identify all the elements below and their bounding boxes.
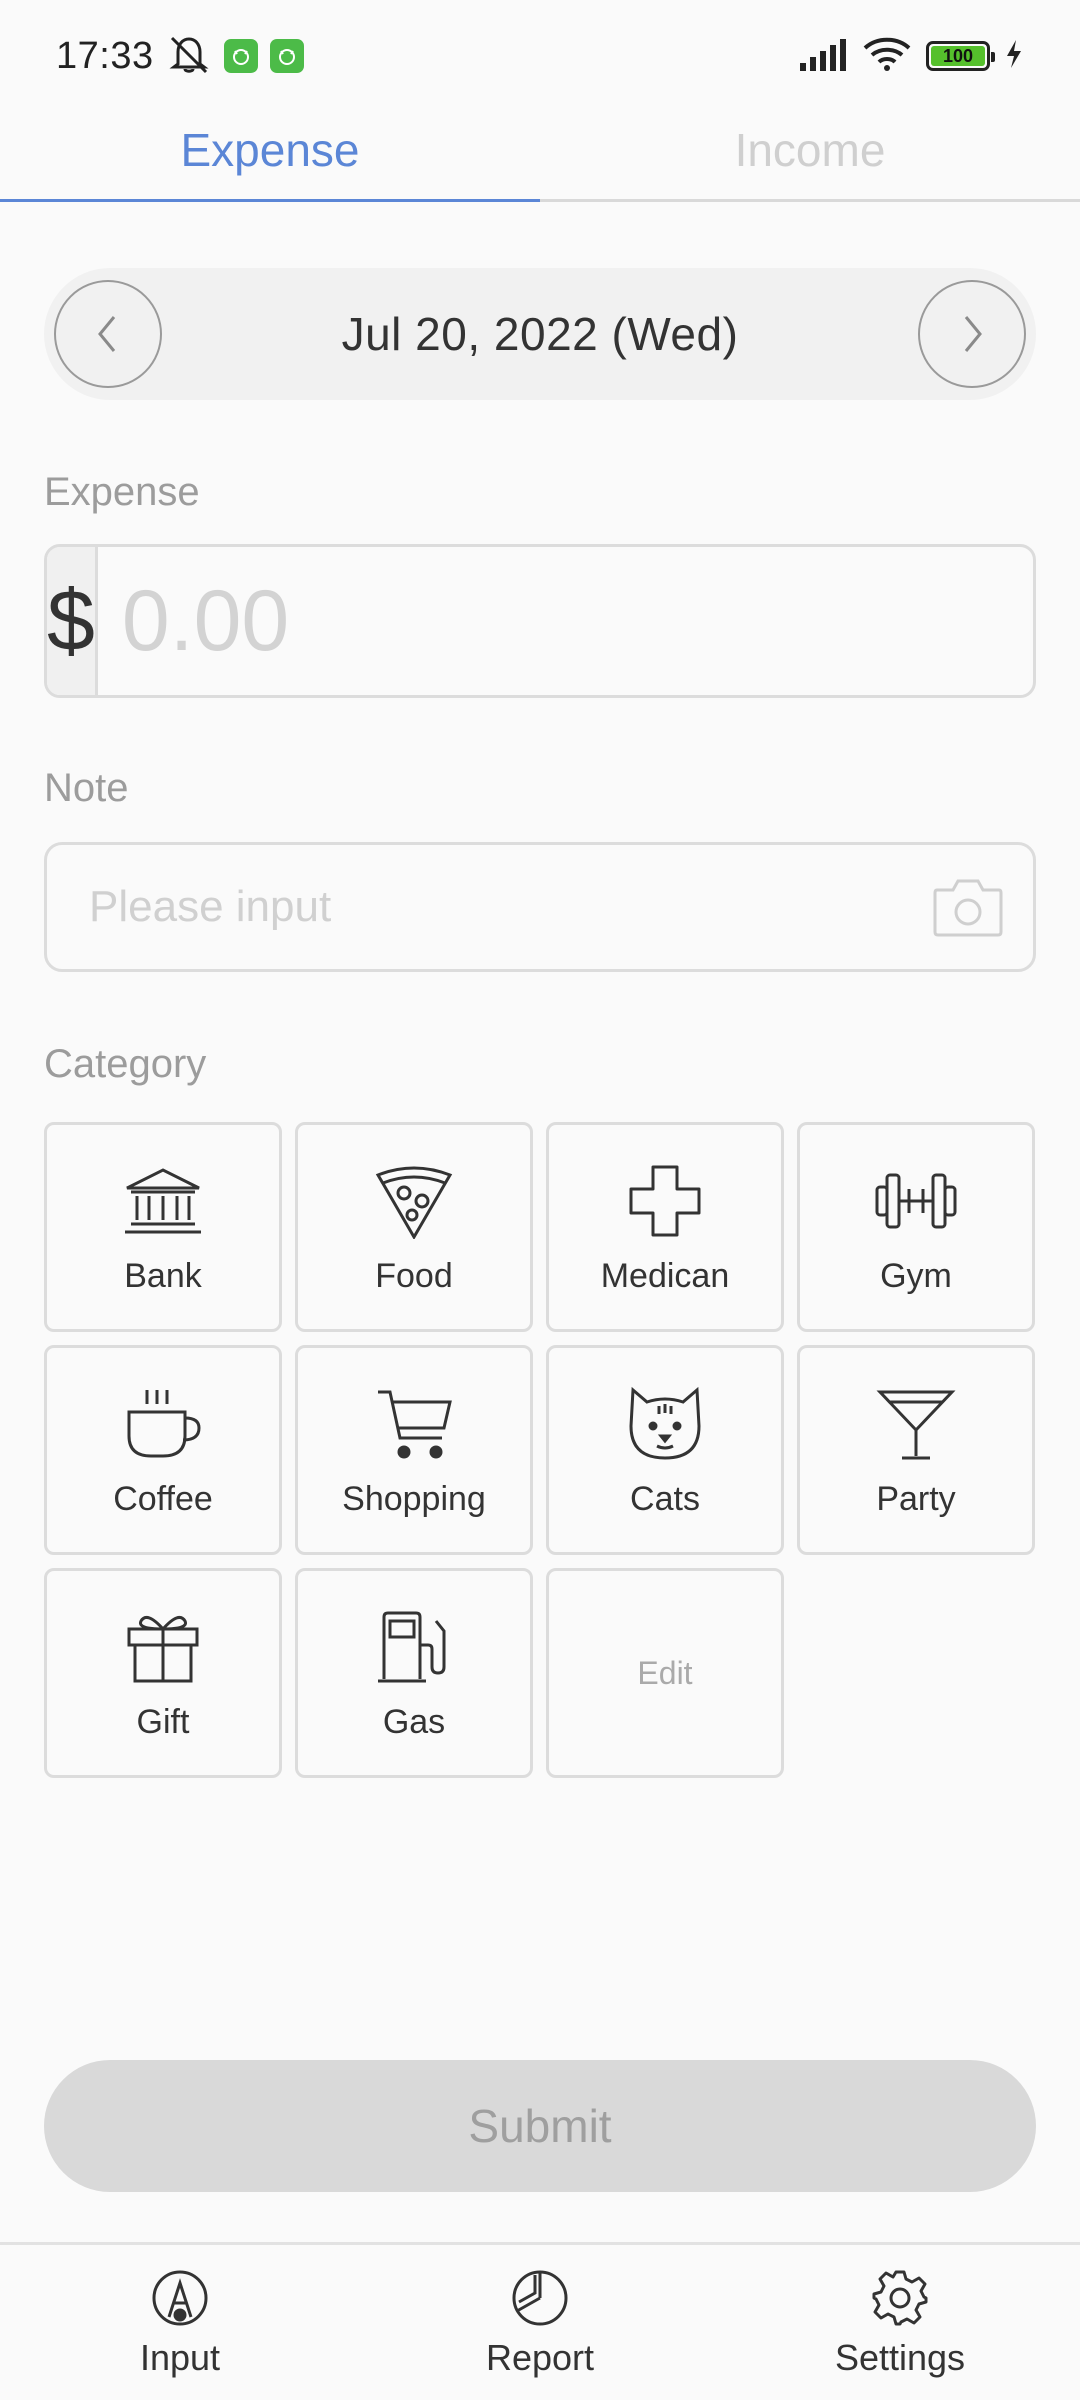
gift-icon — [125, 1605, 201, 1689]
cat-icon — [627, 1382, 703, 1466]
note-field — [44, 842, 1036, 972]
category-label-gym: Gym — [880, 1256, 952, 1295]
coffee-cup-icon — [123, 1382, 203, 1466]
cocktail-icon — [876, 1382, 956, 1466]
status-bar: 17:33 100 — [0, 0, 1080, 112]
nav-item-input[interactable]: Input — [0, 2245, 360, 2400]
category-shopping[interactable]: Shopping — [295, 1345, 533, 1555]
status-time: 17:33 — [56, 34, 154, 77]
wifi-icon — [862, 36, 912, 77]
expense-amount-input[interactable] — [97, 547, 1033, 695]
expense-label: Expense — [44, 470, 200, 514]
category-food[interactable]: Food — [295, 1122, 533, 1332]
currency-symbol: $ — [47, 547, 98, 695]
pencil-circle-icon — [151, 2267, 209, 2329]
nav-label-settings: Settings — [834, 2336, 966, 2378]
note-input[interactable] — [89, 882, 931, 932]
category-gift[interactable]: Gift — [44, 1568, 282, 1778]
bottom-navigation: Input Report Settings — [0, 2242, 1080, 2400]
charging-icon — [1004, 38, 1024, 75]
signal-icon — [798, 37, 848, 76]
category-gym[interactable]: Gym — [797, 1122, 1035, 1332]
category-coffee[interactable]: Coffee — [44, 1345, 282, 1555]
category-label-cats: Cats — [630, 1479, 700, 1518]
nav-item-settings[interactable]: Settings — [720, 2245, 1080, 2400]
gear-icon — [870, 2267, 930, 2329]
pizza-icon — [374, 1159, 454, 1243]
category-cats[interactable]: Cats — [546, 1345, 784, 1555]
camera-icon[interactable] — [931, 876, 1005, 938]
nav-label-report: Report — [485, 2336, 595, 2378]
app-badge-icon — [269, 39, 304, 73]
bank-icon — [121, 1159, 205, 1243]
previous-day-button[interactable] — [54, 280, 162, 388]
category-edit-button[interactable]: Edit — [546, 1568, 784, 1778]
category-label-party: Party — [876, 1479, 956, 1518]
gas-pump-icon — [374, 1605, 454, 1689]
tab-bar: Expense Income — [0, 100, 1080, 202]
mute-bell-icon — [166, 34, 212, 79]
battery-level: 100 — [931, 46, 985, 66]
nav-label-input: Input — [139, 2336, 221, 2378]
next-day-button[interactable] — [918, 280, 1026, 388]
tab-income[interactable]: Income — [540, 100, 1080, 199]
current-date[interactable]: Jul 20, 2022 (Wed) — [342, 307, 739, 361]
app-badge-icon — [223, 39, 258, 73]
category-label-bank: Bank — [124, 1256, 202, 1295]
category-label-food: Food — [375, 1256, 453, 1295]
chevron-right-icon — [964, 316, 982, 352]
battery-icon: 100 — [926, 41, 995, 71]
shopping-cart-icon — [374, 1382, 454, 1466]
chevron-left-icon — [98, 316, 116, 352]
submit-button[interactable]: Submit — [44, 2060, 1036, 2192]
category-label-gas: Gas — [382, 1702, 446, 1741]
category-label-medican: Medican — [600, 1256, 730, 1295]
category-label: Category — [44, 1042, 207, 1086]
category-grid: Bank Food Medican Gym Coffee Shopping Ca… — [44, 1122, 1036, 1778]
category-medican[interactable]: Medican — [546, 1122, 784, 1332]
category-edit-label: Edit — [637, 1654, 693, 1691]
expense-amount-field: $ — [44, 544, 1036, 698]
pie-chart-icon — [511, 2267, 569, 2329]
category-label-shopping: Shopping — [342, 1479, 486, 1518]
date-selector: Jul 20, 2022 (Wed) — [44, 268, 1036, 400]
note-label: Note — [44, 766, 129, 810]
category-label-coffee: Coffee — [113, 1479, 213, 1518]
medical-cross-icon — [627, 1159, 703, 1243]
dumbbell-icon — [873, 1159, 959, 1243]
category-label-gift: Gift — [136, 1702, 190, 1741]
nav-item-report[interactable]: Report — [360, 2245, 720, 2400]
tab-expense[interactable]: Expense — [0, 100, 540, 202]
category-bank[interactable]: Bank — [44, 1122, 282, 1332]
category-party[interactable]: Party — [797, 1345, 1035, 1555]
category-gas[interactable]: Gas — [295, 1568, 533, 1778]
